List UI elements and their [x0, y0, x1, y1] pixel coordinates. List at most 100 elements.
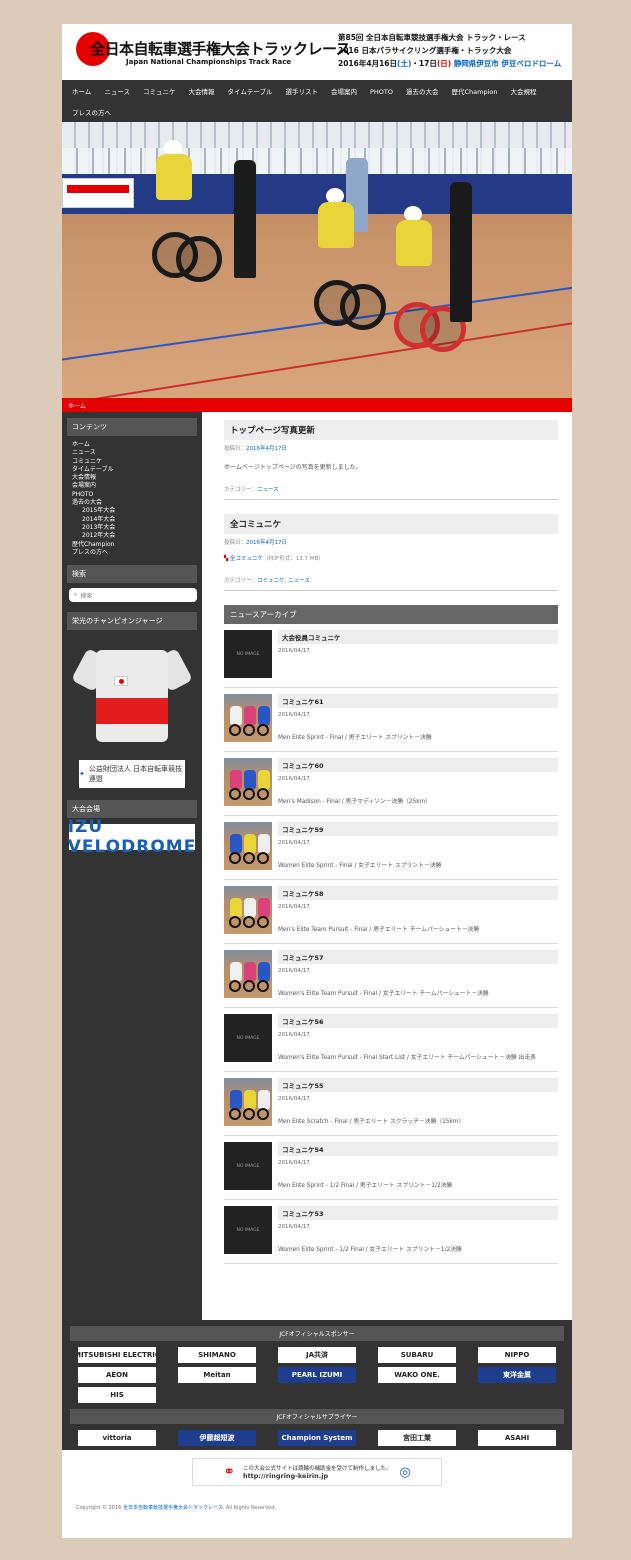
- post-category: カテゴリー：コミュニケ, ニュース: [224, 578, 310, 584]
- post-category-link[interactable]: ニュース: [257, 487, 279, 493]
- nav-item[interactable]: コミュニケ: [143, 86, 176, 98]
- sponsor-logo[interactable]: SHIMANO: [178, 1347, 256, 1363]
- post-title[interactable]: 全コミュニケ: [224, 514, 558, 534]
- hero-official-1: [234, 160, 256, 278]
- event-date-line: 2016年4月16日(土)・17日(日) 静岡県伊豆市 伊豆ベロドローム: [338, 58, 561, 69]
- archive-item: コミュニケ61 2016/04/17 Men Elite Sprint - Fina…: [224, 688, 558, 752]
- site-header: 全日本自転車選手権大会トラックレース Japan National Champi…: [62, 24, 572, 80]
- track-red-line: [62, 318, 572, 398]
- archive-thumbnail[interactable]: [224, 1078, 272, 1126]
- pdf-link-text[interactable]: 全コミュニケ: [230, 556, 263, 562]
- ringring-banner[interactable]: ⚭ この大会公式サイトは競輪の補助金を受けて制作しました。 http://rin…: [192, 1458, 442, 1486]
- archive-thumbnail[interactable]: [224, 822, 272, 870]
- archive-item-date: 2016/04/17: [278, 712, 310, 718]
- nav-item[interactable]: 大会規程: [511, 86, 537, 98]
- nav-item[interactable]: ホーム: [72, 86, 91, 98]
- sponsor-logo[interactable]: HIS: [78, 1387, 156, 1403]
- archive-thumbnail[interactable]: [224, 694, 272, 742]
- sidebar-item[interactable]: ホーム: [72, 441, 197, 449]
- nav-item[interactable]: 歴代Champion: [452, 86, 498, 98]
- supplier-logo[interactable]: Champion System: [278, 1430, 356, 1446]
- sidebar-item[interactable]: タイムテーブル: [72, 466, 197, 474]
- archive-item-excerpt: Men's Elite Team Pursuit - Final / 男子エリー…: [278, 927, 480, 933]
- sidebar-item[interactable]: ニュース: [72, 449, 197, 457]
- nav-item[interactable]: タイムテーブル: [228, 86, 273, 98]
- sidebar-item[interactable]: 2014年大会: [72, 516, 197, 524]
- sidebar-item[interactable]: コミュニケ: [72, 458, 197, 466]
- archive-item-title[interactable]: コミュニケ57: [278, 950, 558, 964]
- ringring-url[interactable]: http://ringring-keirin.jp: [243, 1472, 328, 1480]
- page: 全日本自転車選手権大会トラックレース Japan National Champi…: [62, 24, 572, 1538]
- sponsor-logo[interactable]: WAKO ONE.: [378, 1367, 456, 1383]
- event-title-line1: 第85回 全日本自転車競技選手権大会 トラック・レース: [338, 33, 526, 42]
- sponsor-logo[interactable]: AEON: [78, 1367, 156, 1383]
- archive-item: コミュニケ55 2016/04/17 Men Elite Scratch - Fin…: [224, 1072, 558, 1136]
- archive-item-title[interactable]: コミュニケ55: [278, 1078, 558, 1092]
- archive-item-date: 2016/04/17: [278, 904, 310, 910]
- sponsor-logo[interactable]: 東洋金属: [478, 1367, 556, 1383]
- archive-item-title[interactable]: コミュニケ59: [278, 822, 558, 836]
- no-image-thumbnail[interactable]: NO IMAGE: [224, 1014, 272, 1062]
- post-date-link[interactable]: 2016年4月17日: [246, 446, 287, 452]
- sponsor-logo[interactable]: PEARL IZUMI: [278, 1367, 356, 1383]
- sidebar-item[interactable]: 歴代Champion: [72, 541, 197, 549]
- sidebar-item[interactable]: プレスの方へ: [72, 549, 197, 557]
- nav-item[interactable]: 選手リスト: [285, 86, 318, 98]
- jcf-banner[interactable]: ✦ 公益財団法人 日本自転車競技連盟: [79, 760, 185, 789]
- nav-item[interactable]: 過去の大会: [406, 86, 439, 98]
- izu-velodrome-banner[interactable]: IZU VELODROME: [68, 817, 196, 857]
- nav-item[interactable]: 会場案内: [331, 86, 357, 98]
- sponsor-logo[interactable]: MITSUBISHI ELECTRIC: [78, 1347, 156, 1363]
- archive-item: NO IMAGE コミュニケ54 2016/04/17 Men Elite Sprin…: [224, 1136, 558, 1200]
- no-image-thumbnail[interactable]: NO IMAGE: [224, 630, 272, 678]
- archive-item-title[interactable]: コミュニケ60: [278, 758, 558, 772]
- nav-item[interactable]: PHOTO: [370, 86, 393, 98]
- sidebar-item[interactable]: 2015年大会: [72, 507, 197, 515]
- champion-jersey-image[interactable]: [71, 636, 193, 748]
- archive-item: コミュニケ58 2016/04/17 Men's Elite Team Pursui…: [224, 880, 558, 944]
- event-date: 2016年4月16日: [338, 59, 398, 68]
- archive-item-title[interactable]: 大会役員コミュニケ: [278, 630, 558, 644]
- no-image-thumbnail[interactable]: NO IMAGE: [224, 1142, 272, 1190]
- hero-stands-row: [62, 148, 572, 174]
- sponsor-logo[interactable]: SUBARU: [378, 1347, 456, 1363]
- no-image-thumbnail[interactable]: NO IMAGE: [224, 1206, 272, 1254]
- sponsors-heading: JCFオフィシャルスポンサー: [70, 1326, 564, 1341]
- sponsor-logo[interactable]: JA共済: [278, 1347, 356, 1363]
- venue-link[interactable]: 静岡県伊豆市 伊豆ベロドローム: [454, 59, 561, 68]
- archive-item: コミュニケ60 2016/04/17 Men's Madison - Final /…: [224, 752, 558, 816]
- sidebar-item[interactable]: 会場案内: [72, 482, 197, 490]
- archive-item-title[interactable]: コミュニケ61: [278, 694, 558, 708]
- sidebar-item[interactable]: PHOTO: [72, 491, 197, 499]
- pdf-link[interactable]: ▚ 全コミュニケ（PDF形式：13.7 MB）: [224, 554, 558, 562]
- supplier-logo[interactable]: ASAHI: [478, 1430, 556, 1446]
- sponsor-logo[interactable]: NIPPO: [478, 1347, 556, 1363]
- archive-thumbnail[interactable]: [224, 950, 272, 998]
- post-meta: 投稿日：2016年4月17日: [224, 540, 288, 546]
- nav-item[interactable]: プレスの方へ: [72, 107, 111, 119]
- nav-item[interactable]: ニュース: [104, 86, 130, 98]
- breadcrumb[interactable]: ホーム: [62, 398, 572, 412]
- supplier-logo[interactable]: vittoria: [78, 1430, 156, 1446]
- archive-thumbnail[interactable]: [224, 758, 272, 806]
- sponsor-logo[interactable]: Meitan: [178, 1367, 256, 1383]
- supplier-logo[interactable]: 伊藤超短波: [178, 1430, 256, 1446]
- sidebar-heading-contents: コンテンツ: [67, 418, 197, 436]
- copyright-owner-link[interactable]: 全日本自転車競技選手権大会トラックレース: [123, 1505, 223, 1511]
- post-date-link[interactable]: 2016年4月17日: [246, 540, 287, 546]
- nav-item[interactable]: 大会情報: [189, 86, 215, 98]
- content-columns: コンテンツ ホーム ニュース コミュニケ タイムテーブル 大会情報 会場案内 PHOTO 過去…: [62, 412, 572, 1320]
- post-category-link[interactable]: コミュニケ, ニュース: [257, 578, 310, 584]
- post-all-communique: 全コミュニケ 投稿日：2016年4月17日 ▚ 全コミュニケ（PDF形式：13.…: [224, 514, 558, 591]
- supplier-logo[interactable]: 宮田工業: [378, 1430, 456, 1446]
- archive-item-title[interactable]: コミュニケ58: [278, 886, 558, 900]
- archive-item-title[interactable]: コミュニケ53: [278, 1206, 558, 1220]
- archive-item-title[interactable]: コミュニケ56: [278, 1014, 558, 1028]
- sidebar-item[interactable]: 2012年大会: [72, 532, 197, 540]
- archive-item-title[interactable]: コミュニケ54: [278, 1142, 558, 1156]
- post-title[interactable]: トップページ写真更新: [224, 420, 558, 440]
- site-logo-title[interactable]: 全日本自転車選手権大会トラックレース: [90, 38, 351, 59]
- archive-thumbnail[interactable]: [224, 886, 272, 934]
- post-category: カテゴリー：ニュース: [224, 487, 279, 493]
- search-input[interactable]: ⌕ 検索: [69, 588, 197, 603]
